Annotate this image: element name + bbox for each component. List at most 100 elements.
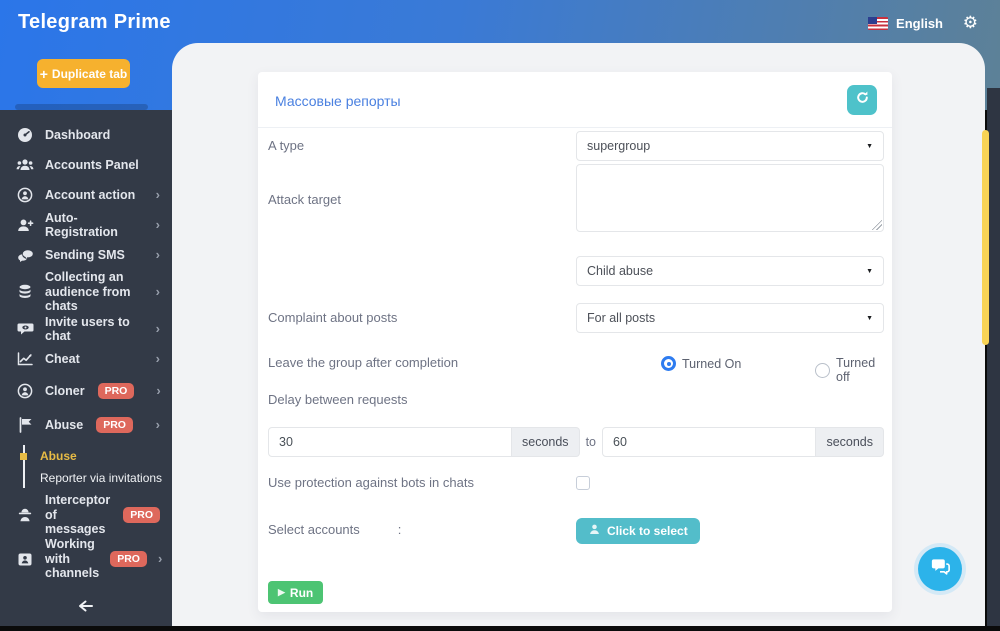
radio-off-icon[interactable] <box>815 363 830 378</box>
run-button[interactable]: ▶ Run <box>268 581 323 604</box>
a-type-select[interactable]: supergroup ▼ <box>576 131 884 161</box>
card-header: Массовые репорты <box>258 72 892 128</box>
attack-target-input[interactable] <box>576 164 884 232</box>
chevron-right-icon: › <box>156 248 160 263</box>
duplicate-tab-button[interactable]: + Duplicate tab <box>37 59 130 88</box>
abuse-submenu: Abuse Reporter via invitations <box>0 442 172 493</box>
sidebar-item-label: Dashboard <box>45 128 110 142</box>
click-to-select-button[interactable]: Click to select <box>576 518 700 544</box>
a-type-value: supergroup <box>587 139 650 153</box>
sidebar-item-label: Sending SMS <box>45 248 145 262</box>
attack-target-label: Attack target <box>268 192 341 207</box>
plus-icon: + <box>40 67 48 81</box>
pro-badge: PRO <box>110 551 147 568</box>
chat-widget <box>914 543 966 595</box>
leave-group-off-option[interactable]: Turned off <box>815 356 892 384</box>
chat-bubbles-icon <box>929 555 952 583</box>
submenu-item-reporter-via-invitations[interactable]: Reporter via invitations <box>40 467 172 489</box>
mass-reports-card: Массовые репорты A type supergroup ▼ Att… <box>258 72 892 612</box>
language-selector[interactable]: English <box>868 16 943 31</box>
us-flag-icon <box>868 17 888 30</box>
chevron-right-icon: › <box>156 285 160 300</box>
sidebar-item-abuse[interactable]: Abuse PRO › <box>0 408 172 442</box>
leave-group-on-option[interactable]: Turned On <box>661 356 741 371</box>
app-title: Telegram Prime <box>18 11 171 34</box>
delay-joiner: to <box>580 427 602 457</box>
report-reason-select[interactable]: Child abuse ▼ <box>576 256 884 286</box>
sidebar-item-accounts-panel[interactable]: Accounts Panel <box>0 150 172 180</box>
person-icon <box>588 523 601 539</box>
sidebar-item-label: Account action <box>45 188 145 202</box>
user-circle-icon <box>16 383 34 399</box>
sidebar-item-label: Interceptor of messages <box>45 493 112 536</box>
chevron-right-icon: › <box>156 384 160 399</box>
chat-widget-button[interactable] <box>918 547 962 591</box>
attack-target-field <box>576 164 884 232</box>
refresh-icon <box>855 90 870 110</box>
complaint-select[interactable]: For all posts ▼ <box>576 303 884 333</box>
resize-handle-icon[interactable] <box>872 220 882 230</box>
sidebar-item-interceptor[interactable]: Interceptor of messages PRO <box>0 493 172 537</box>
bottom-edge <box>0 626 1000 631</box>
radio-off-label: Turned off <box>836 356 892 384</box>
sidebar-item-working-with-channels[interactable]: Working with channels PRO › <box>0 537 172 581</box>
delay-inputs-row: seconds to seconds <box>268 427 884 457</box>
duplicate-tab-label: Duplicate tab <box>52 67 127 81</box>
chevron-right-icon: › <box>156 352 160 367</box>
sidebar-item-label: Collecting an audience from chats <box>45 270 145 313</box>
pro-badge: PRO <box>123 507 160 524</box>
sidebar-item-auto-registration[interactable]: Auto-Registration › <box>0 210 172 240</box>
complaint-value: For all posts <box>587 311 655 325</box>
sidebar-item-invite-users[interactable]: Invite users to chat › <box>0 314 172 344</box>
sidebar: Dashboard Accounts Panel Account action … <box>0 110 172 626</box>
settings-gear-icon[interactable]: ⚙ <box>963 13 978 33</box>
sidebar-item-cloner[interactable]: Cloner PRO › <box>0 374 172 408</box>
chevron-right-icon: › <box>156 188 160 203</box>
users-icon <box>16 158 34 172</box>
protection-checkbox[interactable] <box>576 476 590 490</box>
select-caret-icon: ▼ <box>866 143 873 150</box>
sidebar-item-collecting-audience[interactable]: Collecting an audience from chats › <box>0 270 172 314</box>
user-circle-icon <box>16 187 34 203</box>
select-accounts-label: Select accounts: <box>268 522 401 537</box>
sidebar-item-sending-sms[interactable]: Sending SMS › <box>0 240 172 270</box>
play-icon: ▶ <box>278 587 285 598</box>
database-icon <box>16 284 34 300</box>
sidebar-collapse-button[interactable] <box>0 599 172 618</box>
chevron-right-icon: › <box>158 552 162 567</box>
dashboard-icon <box>16 127 34 143</box>
radio-on-label: Turned On <box>682 357 741 371</box>
sidebar-item-label: Auto-Registration <box>45 211 145 240</box>
eye-bubble-icon <box>16 322 34 336</box>
sidebar-item-cheat[interactable]: Cheat › <box>0 344 172 374</box>
sidebar-item-label: Abuse <box>45 418 83 432</box>
a-type-label: A type <box>268 138 304 153</box>
scrollbar-thumb[interactable] <box>982 130 989 345</box>
card-title: Массовые репорты <box>275 93 401 109</box>
delay-label: Delay between requests <box>268 392 407 407</box>
complaint-label: Complaint about posts <box>268 310 397 325</box>
user-plus-icon <box>16 218 34 233</box>
submenu-item-abuse[interactable]: Abuse <box>40 445 172 467</box>
sidebar-item-label: Invite users to chat <box>45 315 145 344</box>
active-item-bullet <box>20 453 27 460</box>
radio-on-icon[interactable] <box>661 356 676 371</box>
run-label: Run <box>290 586 313 600</box>
delay-to-input[interactable] <box>602 427 816 457</box>
back-arrow-icon <box>77 599 95 618</box>
chevron-right-icon: › <box>156 322 160 337</box>
delay-from-input[interactable] <box>268 427 512 457</box>
report-reason-value: Child abuse <box>587 264 653 278</box>
pro-badge: PRO <box>96 417 133 434</box>
sidebar-item-label: Cloner <box>45 384 85 398</box>
submenu-guide-line <box>23 445 25 488</box>
select-caret-icon: ▼ <box>866 315 873 322</box>
refresh-button[interactable] <box>847 85 877 115</box>
leave-group-label: Leave the group after completion <box>268 355 458 370</box>
flag-icon <box>16 417 34 433</box>
pro-badge: PRO <box>98 383 135 400</box>
sidebar-item-dashboard[interactable]: Dashboard <box>0 120 172 150</box>
chevron-right-icon: › <box>156 218 160 233</box>
sidebar-item-label: Cheat <box>45 352 145 366</box>
sidebar-item-account-action[interactable]: Account action › <box>0 180 172 210</box>
